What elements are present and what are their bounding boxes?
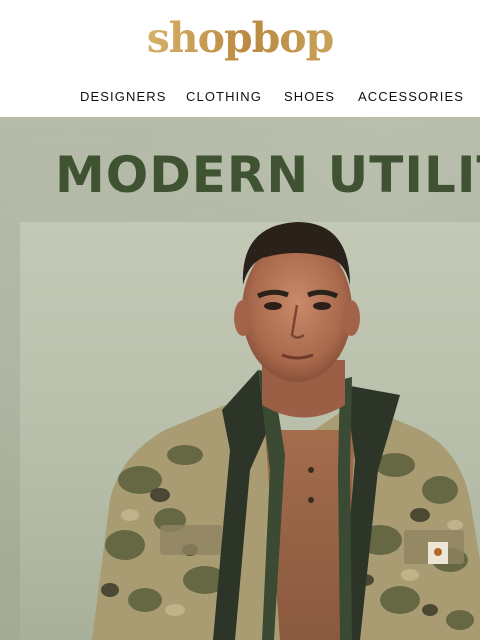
hero-model-photo[interactable] (0, 0, 480, 640)
page: shopbop DESIGNERS CLOTHING SHOES ACCESSO… (0, 0, 480, 640)
